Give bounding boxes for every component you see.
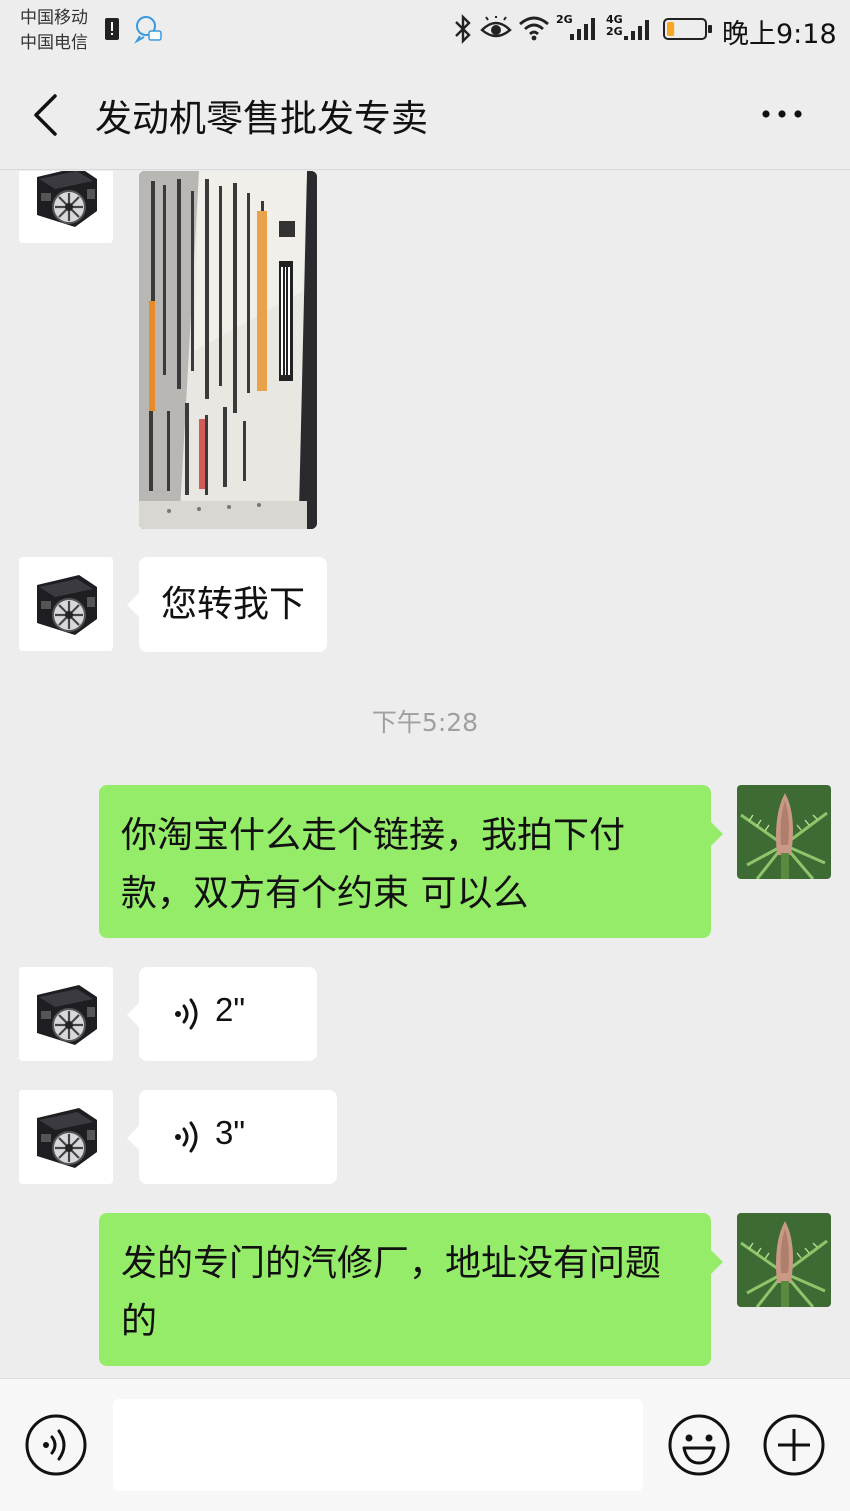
signal-2-labels: 4G 2G <box>606 14 623 38</box>
my-avatar[interactable] <box>737 785 831 879</box>
contact-avatar[interactable] <box>19 171 113 243</box>
plant-avatar-icon <box>737 1213 831 1307</box>
voice-wave-icon <box>175 998 198 1030</box>
message-timestamp: 下午5:28 <box>371 708 479 737</box>
message-input[interactable] <box>113 1399 643 1491</box>
voice-input-icon[interactable] <box>24 1413 88 1477</box>
chat-title: 发动机零售批发专卖 <box>95 97 428 140</box>
engine-avatar-icon <box>19 967 113 1061</box>
my-avatar[interactable] <box>737 1213 831 1307</box>
plus-icon[interactable] <box>762 1413 826 1477</box>
message-list[interactable]: 您转我下 下午5:28 你淘宝什么走个链接，我拍下付款，双方有个约束 可以么 2… <box>0 171 850 1378</box>
message-text: 你淘宝什么走个链接，我拍下付款，双方有个约束 可以么 <box>121 815 626 914</box>
message-bubble-sent[interactable]: 发的专门的汽修厂，地址没有问题的 <box>99 1213 723 1366</box>
message-bubble-sent[interactable]: 你淘宝什么走个链接，我拍下付款，双方有个约束 可以么 <box>99 785 723 938</box>
input-bar <box>0 1378 850 1511</box>
voice-duration: 2" <box>215 991 246 1028</box>
voice-wave-icon <box>175 1121 198 1153</box>
status-time: 晚上9:18 <box>722 19 837 50</box>
shipping-receipt-image <box>139 171 317 529</box>
voice-message-bubble[interactable]: 3" <box>127 1090 337 1184</box>
contact-avatar[interactable] <box>19 967 113 1061</box>
engine-avatar-icon <box>19 171 113 243</box>
chat-header: 发动机零售批发专卖 <box>0 62 850 170</box>
wifi-icon <box>519 16 549 41</box>
battery-icon <box>663 18 712 40</box>
engine-avatar-icon <box>19 1090 113 1184</box>
carrier-2: 中国电信 <box>20 33 88 53</box>
plant-avatar-icon <box>737 785 831 879</box>
notification-bubble-icon <box>134 16 162 44</box>
voice-message-bubble[interactable]: 2" <box>127 967 317 1061</box>
message-text: 发的专门的汽修厂，地址没有问题的 <box>121 1243 662 1342</box>
eye-comfort-icon <box>480 16 512 38</box>
more-dots-icon[interactable] <box>752 92 812 136</box>
bluetooth-icon <box>455 14 471 44</box>
signal-2-label-bottom: 2G <box>606 25 623 38</box>
message-bubble-received[interactable]: 您转我下 <box>126 557 328 652</box>
signal-icon <box>624 20 649 40</box>
signal-icon <box>570 18 595 40</box>
voice-duration: 3" <box>215 1114 246 1151</box>
chevron-left-icon[interactable] <box>22 90 72 140</box>
status-bar: 中国移动 中国电信 2G 4G 2G 晚上9:18 <box>0 0 850 62</box>
carrier-labels: 中国移动 中国电信 <box>20 6 88 56</box>
emoji-icon[interactable] <box>667 1413 731 1477</box>
received-image[interactable] <box>139 171 317 529</box>
engine-avatar-icon <box>19 557 113 651</box>
contact-avatar[interactable] <box>19 1090 113 1184</box>
contact-avatar[interactable] <box>19 557 113 651</box>
sim-alert-icon <box>105 18 119 40</box>
carrier-1: 中国移动 <box>20 8 88 28</box>
message-text: 您转我下 <box>161 584 306 625</box>
